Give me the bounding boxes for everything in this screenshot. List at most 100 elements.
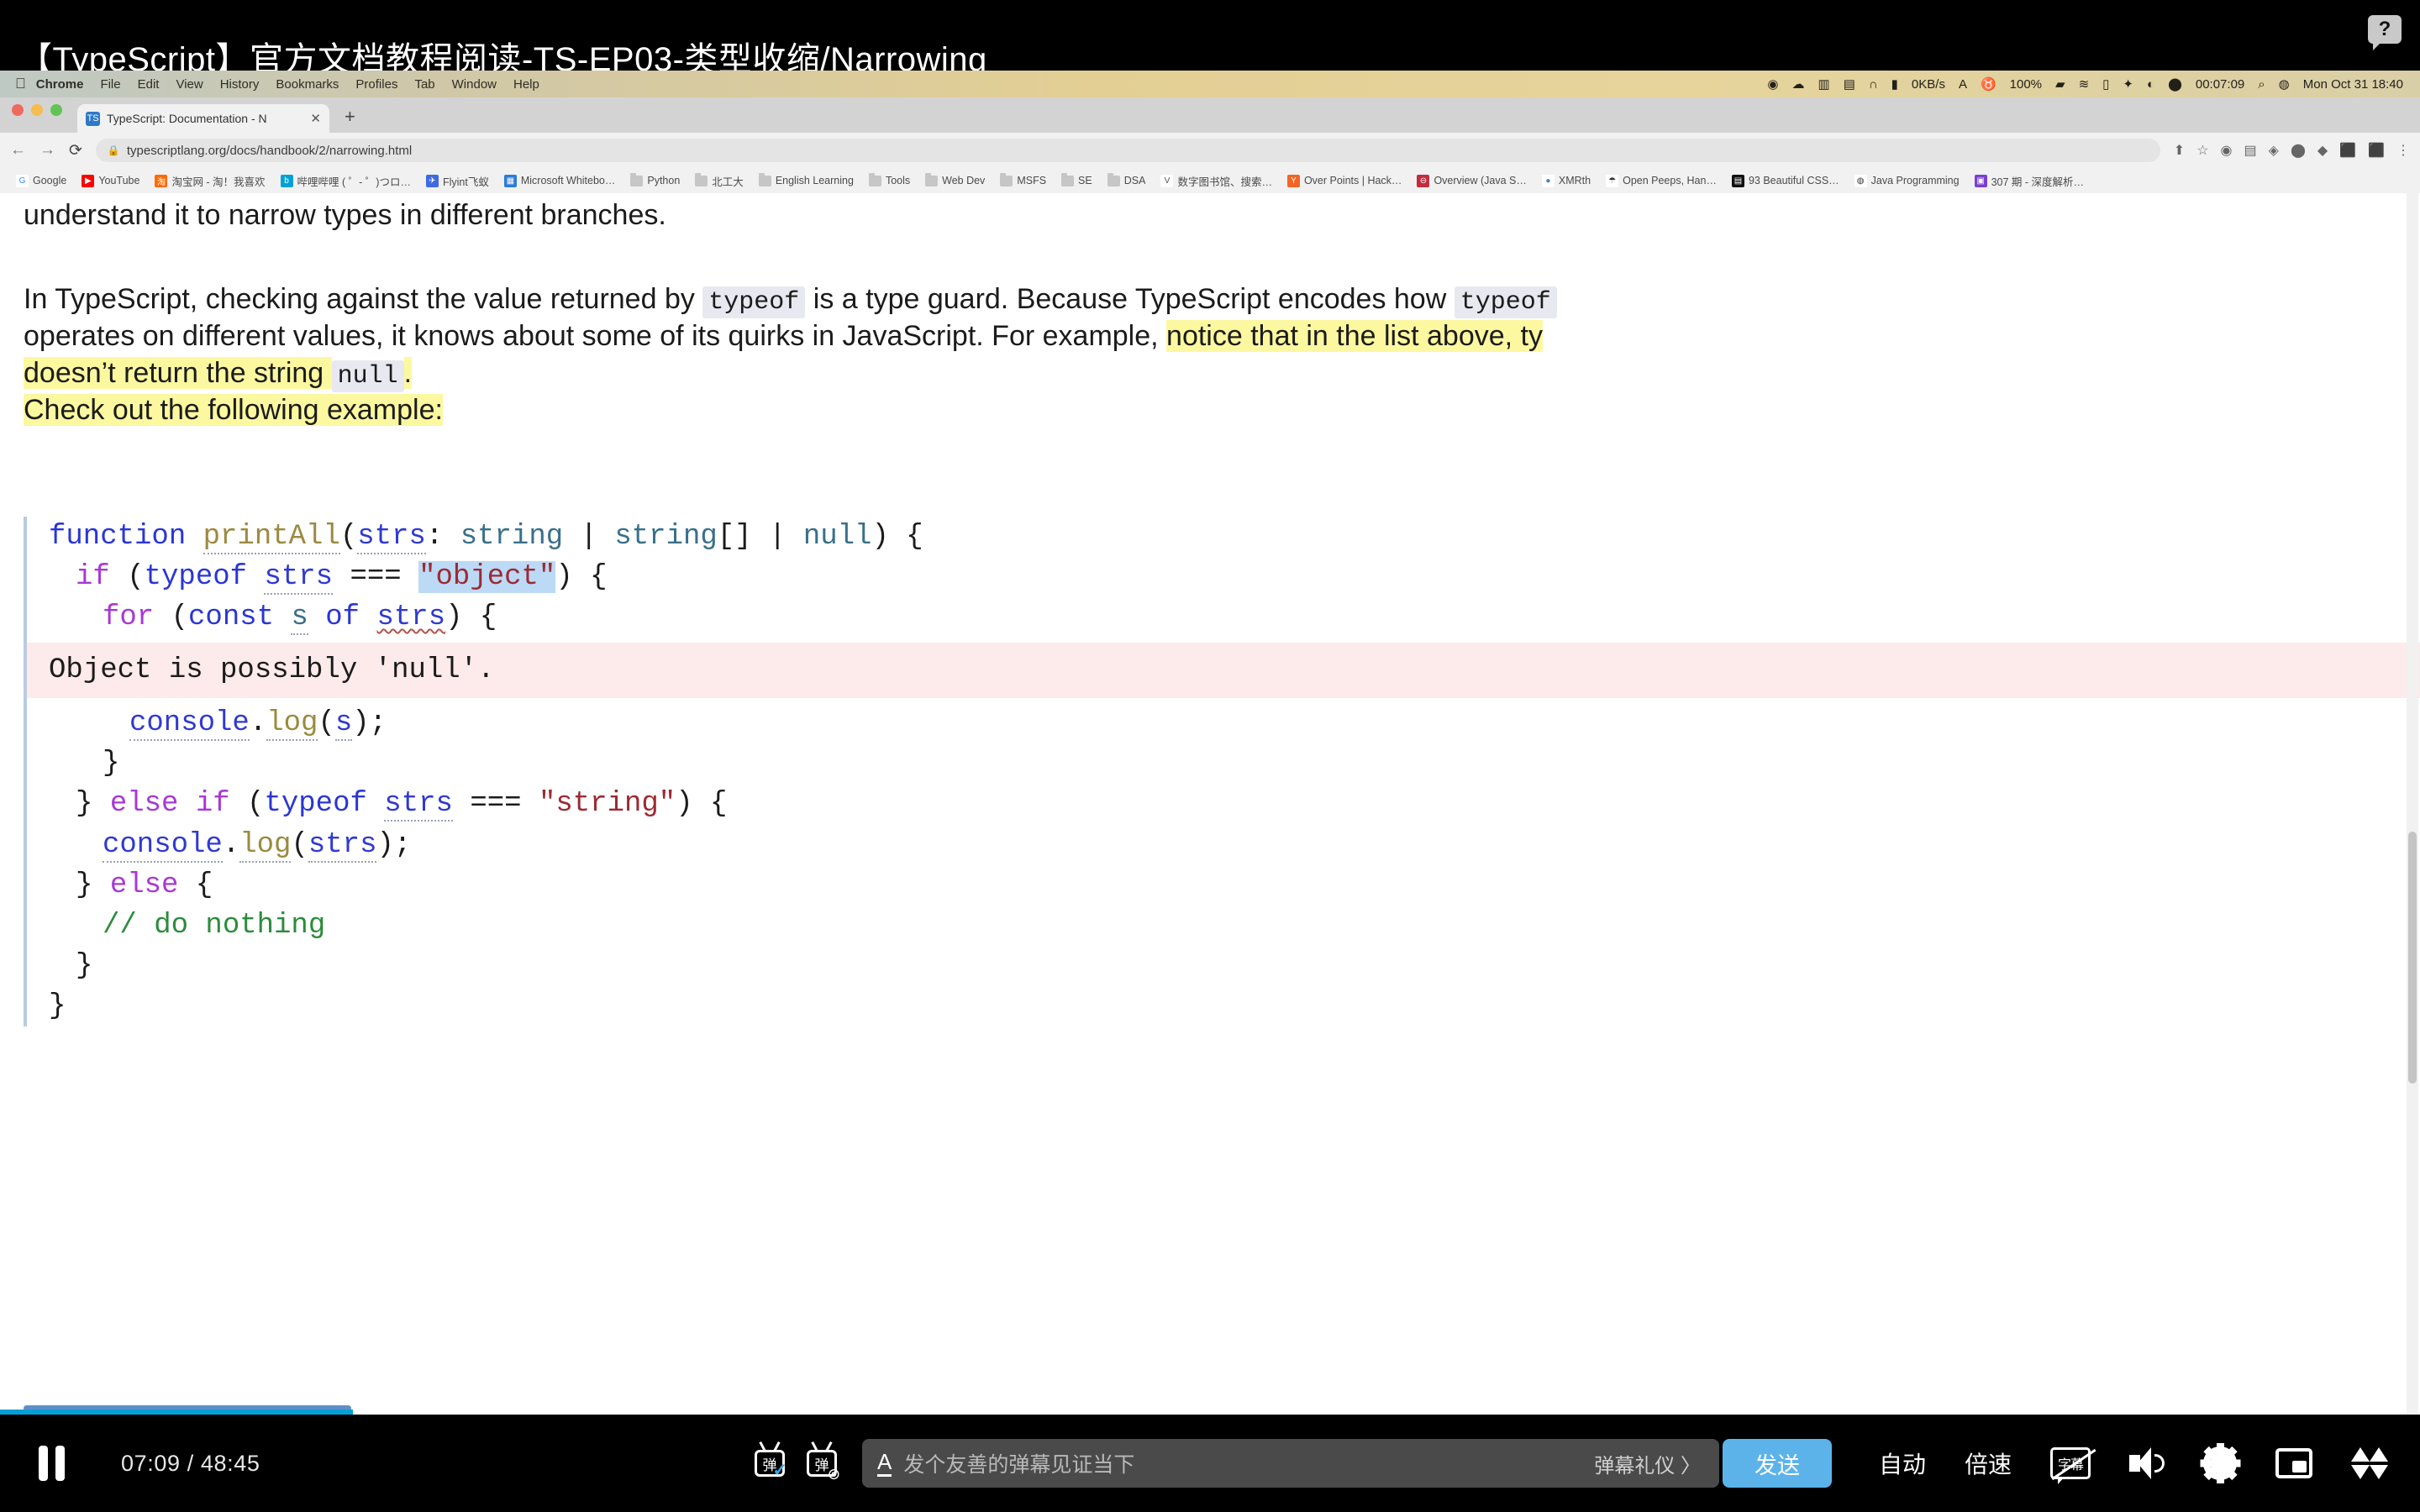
bookmark-item[interactable]: SE bbox=[1054, 172, 1100, 186]
omnibox-icon-8[interactable]: ⬛ bbox=[2368, 142, 2385, 159]
omnibox-icon-4[interactable]: ◈ bbox=[2269, 142, 2279, 159]
network-speed-icon[interactable]: 0KB/s bbox=[1912, 78, 1945, 91]
back-icon[interactable]: ← bbox=[10, 141, 26, 160]
page-scrollbar[interactable] bbox=[2407, 193, 2418, 1415]
bookmark-item[interactable]: ▤ 93 Beautiful CSS… bbox=[1724, 174, 1847, 187]
clock-datetime[interactable]: Mon Oct 31 18:40 bbox=[2303, 78, 2403, 91]
omnibox-icon-2[interactable]: ◉ bbox=[2221, 142, 2233, 159]
menu-help[interactable]: Help bbox=[513, 77, 539, 92]
record-icon[interactable]: ⬤ bbox=[2168, 78, 2182, 91]
control-center-icon[interactable]: ▯ bbox=[2102, 78, 2109, 91]
bookmark-item[interactable]: ▣ 307 期 - 深度解析… bbox=[1967, 173, 2091, 189]
minimize-window-button[interactable] bbox=[31, 104, 43, 116]
bookmark-item[interactable]: Python bbox=[623, 172, 687, 186]
equalizer-icon[interactable]: ▥ bbox=[1818, 78, 1830, 91]
playback-speed-selector[interactable]: 倍速 bbox=[1965, 1446, 2012, 1480]
wifi-icon[interactable]: ≋ bbox=[2079, 78, 2090, 91]
bookmark-item[interactable]: b 哔哩哔哩 ( ゜- ゜)つロ… bbox=[273, 173, 418, 189]
omnibox-icon-5[interactable]: ⬤ bbox=[2291, 142, 2306, 159]
menu-bookmarks[interactable]: Bookmarks bbox=[276, 77, 339, 92]
code-sample-block[interactable]: function printAll(strs: string | string[… bbox=[24, 517, 2420, 1026]
a-letter-icon[interactable]: A bbox=[1959, 78, 1967, 91]
widescreen-icon[interactable] bbox=[2275, 1448, 2312, 1478]
bookmark-item[interactable]: Y Over Points | Hack… bbox=[1280, 174, 1409, 187]
fork-knife-icon[interactable]: ♉ bbox=[1981, 78, 1996, 91]
pause-button[interactable] bbox=[39, 1446, 84, 1481]
font-style-icon[interactable]: A bbox=[876, 1451, 892, 1477]
headphone-icon[interactable]: ∩ bbox=[1869, 78, 1878, 91]
danmaku-input[interactable]: A 发个友善的弹幕见证当下 弹幕礼仪 〉 bbox=[861, 1439, 1719, 1488]
menu-window[interactable]: Window bbox=[452, 77, 497, 92]
bookmark-item[interactable]: Web Dev bbox=[918, 172, 992, 186]
menu-profiles[interactable]: Profiles bbox=[355, 77, 397, 92]
settings-gear-icon[interactable] bbox=[2200, 1443, 2240, 1483]
bookmark-item[interactable]: ☂ Open Peeps, Han… bbox=[1598, 174, 1724, 187]
subtitle-toggle-icon[interactable]: 字幕 bbox=[2050, 1447, 2091, 1484]
close-window-button[interactable] bbox=[12, 104, 24, 116]
bookmark-item[interactable]: ▦ Microsoft Whitebo… bbox=[497, 174, 623, 187]
code-token: log bbox=[239, 828, 292, 863]
menu-file[interactable]: File bbox=[100, 77, 120, 92]
battery-percent[interactable]: 100% bbox=[2010, 78, 2042, 91]
bookmark-item[interactable]: ✈ Flyint飞蚁 bbox=[418, 173, 497, 189]
spotlight-search-icon[interactable]: ⌕ bbox=[2258, 78, 2265, 91]
paragraph-check-example: Check out the following example: bbox=[24, 391, 443, 428]
cloud-icon[interactable]: ☁ bbox=[1792, 78, 1805, 91]
close-tab-icon[interactable]: ✕ bbox=[310, 111, 321, 126]
bookmark-item[interactable]: DSA bbox=[1100, 172, 1154, 186]
fullscreen-icon[interactable] bbox=[2351, 1447, 2388, 1479]
bluetooth-icon[interactable]: ✦ bbox=[2123, 78, 2133, 91]
help-icon[interactable]: ? bbox=[2368, 15, 2402, 50]
send-danmaku-button[interactable]: 发送 bbox=[1722, 1439, 1832, 1488]
calendar-icon[interactable]: ▤ bbox=[1844, 78, 1855, 91]
scrollbar-thumb[interactable] bbox=[2408, 832, 2417, 1084]
menu-tab[interactable]: Tab bbox=[414, 77, 434, 92]
tab-title: TypeScript: Documentation - N bbox=[107, 112, 267, 125]
screen-record-timer[interactable]: 00:07:09 bbox=[2196, 78, 2244, 91]
danmaku-settings-icon[interactable]: 弹 ◎ bbox=[806, 1450, 839, 1481]
bookmark-item[interactable]: G Google bbox=[8, 174, 74, 187]
omnibox-icon-7[interactable]: ⬛ bbox=[2339, 142, 2356, 159]
omnibox-icon-1[interactable]: ☆ bbox=[2196, 142, 2208, 159]
bookmark-item[interactable]: ▶ YouTube bbox=[74, 174, 147, 187]
bookmark-label: Microsoft Whitebo… bbox=[520, 175, 616, 186]
forward-icon[interactable]: → bbox=[39, 141, 55, 160]
reload-icon[interactable]: ⟳ bbox=[69, 141, 82, 160]
bookmark-item[interactable]: English Learning bbox=[751, 172, 861, 186]
battery-icon[interactable]: ▰ bbox=[2055, 78, 2065, 91]
bookmark-item[interactable]: ⊖ Overview (Java S… bbox=[1409, 174, 1534, 187]
new-tab-button[interactable]: + bbox=[345, 106, 355, 128]
danmaku-toggle-icon[interactable]: 弹 ✓ bbox=[754, 1450, 787, 1480]
moon-icon[interactable]: ◐ bbox=[2147, 78, 2154, 91]
bookmark-item[interactable]: 北工大 bbox=[687, 172, 751, 189]
maximize-window-button[interactable] bbox=[50, 104, 62, 116]
bookmark-item[interactable]: 淘淘宝网 - 淘！我喜欢 bbox=[147, 173, 272, 189]
bookmark-item[interactable]: V 数字图书馆、搜索… bbox=[1153, 173, 1280, 189]
omnibox-icon-9[interactable]: ⋮ bbox=[2396, 142, 2410, 159]
apple-logo-icon[interactable]:  bbox=[15, 76, 26, 92]
code-token: } bbox=[76, 788, 110, 821]
quality-selector[interactable]: 自动 bbox=[1879, 1446, 1926, 1480]
dropbox-icon[interactable]: ◉ bbox=[1767, 78, 1778, 91]
menu-edit[interactable]: Edit bbox=[138, 77, 160, 92]
battery-monitor-icon[interactable]: ▮ bbox=[1891, 78, 1898, 91]
bookmark-item[interactable]: ◍ Java Programming bbox=[1847, 174, 1967, 187]
bookmark-item[interactable]: MSFS bbox=[992, 172, 1054, 186]
omnibox-icon-0[interactable]: ⬆ bbox=[2174, 142, 2185, 159]
code-token: . bbox=[249, 707, 267, 740]
address-bar[interactable]: 🔒 typescriptlang.org/docs/handbook/2/nar… bbox=[95, 139, 2160, 162]
code-token: ) { bbox=[676, 788, 728, 821]
bookmark-label: Java Programming bbox=[1870, 175, 1960, 186]
volume-icon[interactable] bbox=[2129, 1447, 2165, 1479]
danmaku-etiquette-link[interactable]: 弹幕礼仪 〉 bbox=[1594, 1449, 1719, 1478]
browser-tab[interactable]: TS TypeScript: Documentation - N ✕ bbox=[77, 104, 329, 133]
menu-history[interactable]: History bbox=[220, 77, 260, 92]
siri-icon[interactable]: ◍ bbox=[2279, 78, 2290, 91]
menu-view[interactable]: View bbox=[176, 77, 203, 92]
menu-chrome[interactable]: Chrome bbox=[36, 77, 84, 92]
bookmark-item[interactable]: ● XMRth bbox=[1534, 174, 1598, 187]
code-line: for (const s of strs) { bbox=[27, 597, 2420, 638]
omnibox-icon-3[interactable]: ▤ bbox=[2244, 142, 2257, 159]
omnibox-icon-6[interactable]: ◆ bbox=[2317, 142, 2328, 159]
bookmark-item[interactable]: Tools bbox=[861, 172, 918, 186]
